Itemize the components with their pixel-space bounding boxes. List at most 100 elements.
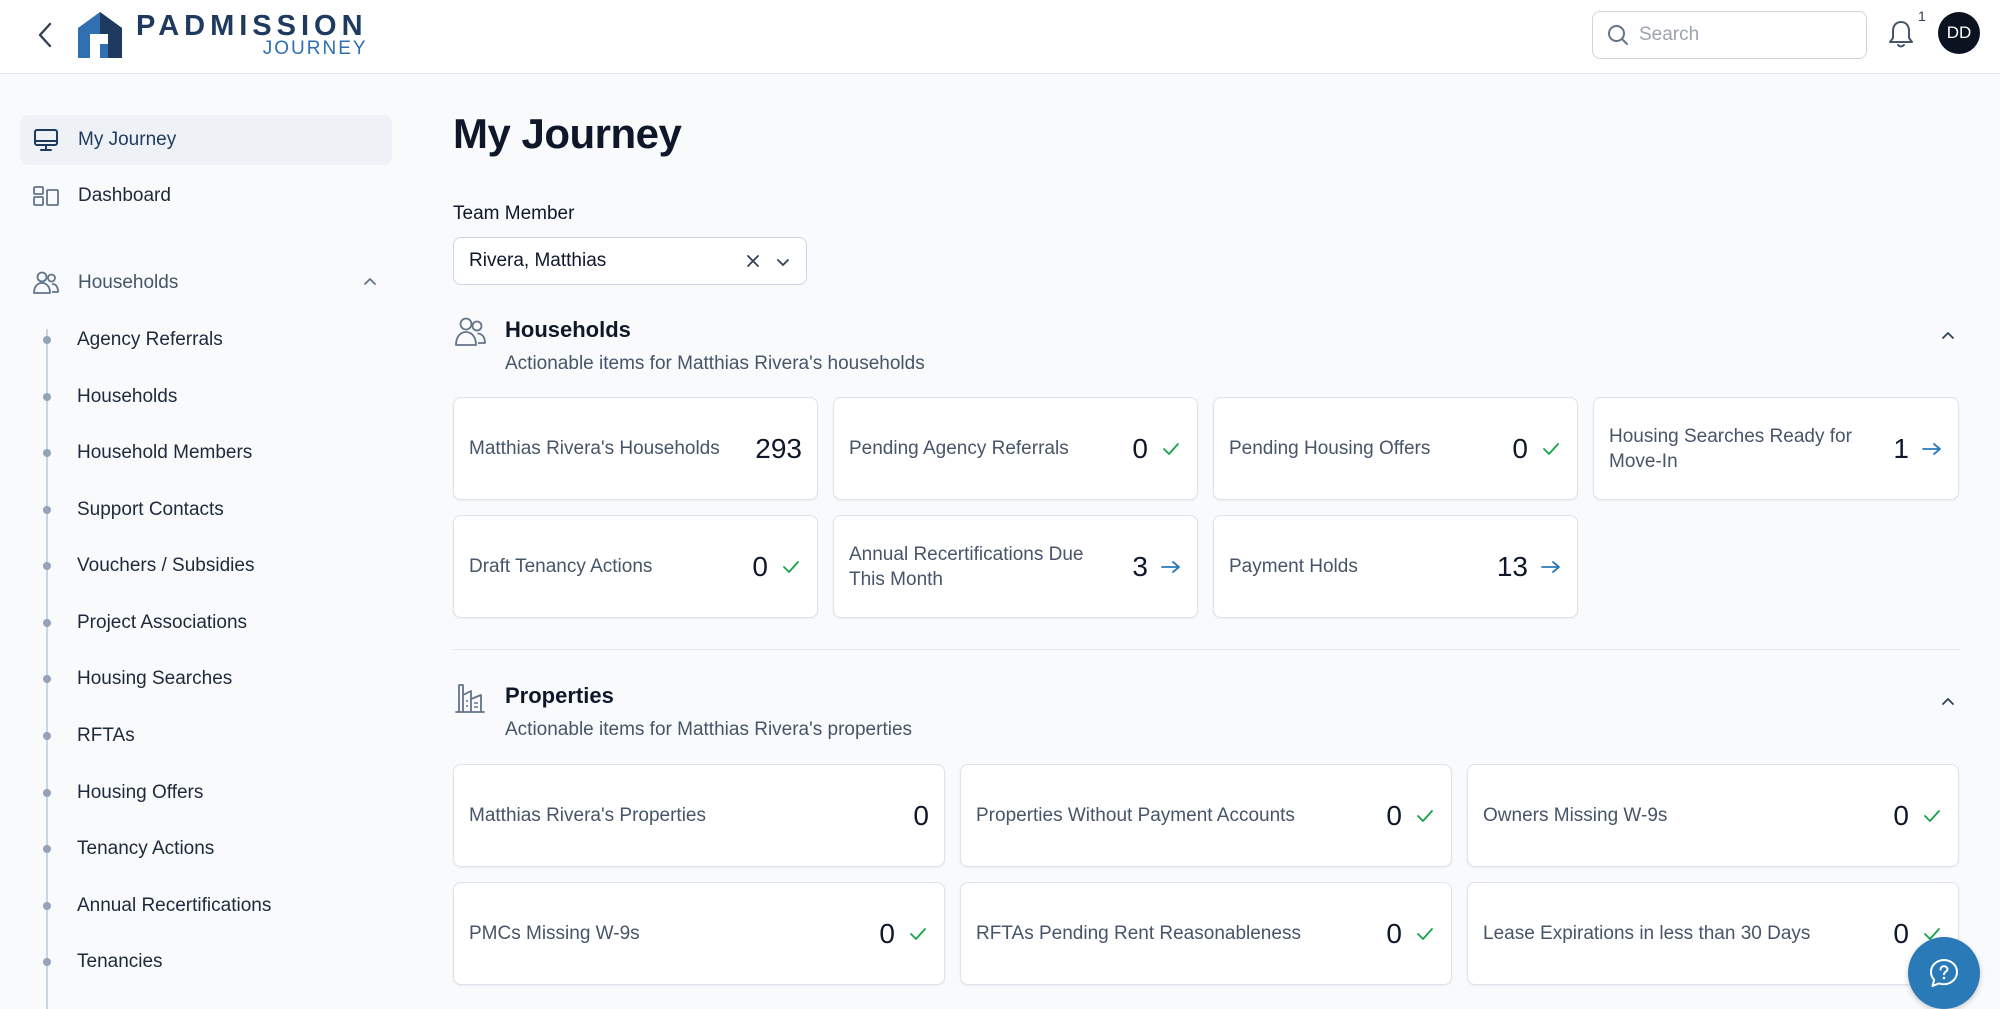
help-chat-button[interactable] [1908, 937, 1980, 1009]
properties-count-card[interactable]: Matthias Rivera's Properties 0 [453, 764, 945, 867]
chevron-up-icon [1942, 698, 1954, 705]
top-bar: PADMISSION JOURNEY 1 DD [0, 0, 2000, 74]
search-icon [1608, 25, 1628, 45]
help-chat-icon [1930, 959, 1958, 987]
building-icon [453, 681, 487, 715]
sidebar-item-label: Tenancies [77, 951, 163, 972]
sidebar-group-households[interactable]: Households [20, 258, 392, 308]
sidebar-item-label: Household Members [77, 442, 253, 463]
annual-recertifications-due-card[interactable]: Annual Recertifications Due This Month 3 [833, 515, 1198, 618]
search-input[interactable] [1639, 24, 1859, 46]
bullet-dot [43, 845, 51, 853]
housing-searches-move-in-card[interactable]: Housing Searches Ready for Move-In 1 [1593, 397, 1959, 500]
pending-agency-referrals-card[interactable]: Pending Agency Referrals 0 [833, 397, 1198, 500]
sidebar-item-label: Households [77, 386, 178, 407]
sidebar-item-tenancy-actions[interactable]: Tenancy Actions [40, 829, 380, 869]
card-value: 0 [1132, 432, 1148, 464]
user-avatar[interactable]: DD [1938, 12, 1980, 54]
payment-holds-card[interactable]: Payment Holds 13 [1213, 515, 1578, 618]
card-value: 0 [752, 550, 768, 582]
team-member-select[interactable]: Rivera, Matthias [453, 237, 807, 285]
check-icon [1414, 808, 1436, 824]
sidebar-item-vouchers-subsidies[interactable]: Vouchers / Subsidies [40, 546, 380, 586]
sidebar-item-housing-offers[interactable]: Housing Offers [40, 773, 380, 813]
collapse-section-button[interactable] [1936, 323, 1960, 347]
card-label: Matthias Rivera's Properties [469, 805, 706, 826]
bullet-dot [43, 562, 51, 570]
card-label: Draft Tenancy Actions [469, 556, 653, 577]
card-label: RFTAs Pending Rent Reasonableness [976, 923, 1301, 944]
sidebar-item-label: Annual Recertifications [77, 895, 272, 916]
card-value: 0 [1386, 799, 1402, 831]
card-label: Annual Recertifications Due This Month [849, 543, 1084, 590]
monitor-icon [32, 126, 60, 154]
sidebar-item-project-associations[interactable]: Project Associations [40, 603, 380, 643]
sidebar-item-support-contacts[interactable]: Support Contacts [40, 490, 380, 530]
sidebar-group-label: Households [78, 272, 179, 293]
sidebar-item-label: Housing Searches [77, 668, 233, 689]
clear-icon[interactable] [744, 252, 762, 276]
arrow-right-icon [1160, 560, 1182, 574]
notifications-button[interactable] [1886, 18, 1918, 52]
card-value: 3 [1132, 550, 1148, 582]
sidebar-item-dashboard[interactable]: Dashboard [20, 171, 392, 221]
card-value: 0 [1893, 917, 1909, 949]
section-divider [453, 649, 1960, 650]
chevron-up-icon [1942, 332, 1954, 339]
sidebar: My Journey Dashboard Households Agency R… [0, 75, 410, 1009]
properties-section-header: Properties Actionable items for Matthias… [453, 681, 1960, 741]
team-member-value: Rivera, Matthias [469, 250, 607, 271]
logo-wordmark: PADMISSION [136, 10, 368, 42]
sidebar-item-label: Dashboard [78, 185, 171, 206]
check-icon [1540, 441, 1562, 457]
sidebar-item-label: RFTAs [77, 725, 135, 746]
card-value: 13 [1496, 550, 1528, 582]
draft-tenancy-actions-card[interactable]: Draft Tenancy Actions 0 [453, 515, 818, 618]
sidebar-item-agency-referrals[interactable]: Agency Referrals [40, 320, 380, 360]
card-value: 0 [1893, 799, 1909, 831]
check-icon [780, 559, 802, 575]
sidebar-item-my-journey[interactable]: My Journey [20, 115, 392, 165]
sidebar-item-label: Housing Offers [77, 782, 204, 803]
users-icon [32, 269, 60, 297]
sidebar-item-tenancies[interactable]: Tenancies [40, 942, 380, 982]
pending-housing-offers-card[interactable]: Pending Housing Offers 0 [1213, 397, 1578, 500]
owners-missing-w9s-card[interactable]: Owners Missing W-9s 0 [1467, 764, 1959, 867]
bullet-dot [43, 789, 51, 797]
sidebar-item-label: Vouchers / Subsidies [77, 555, 255, 576]
chevron-up-icon[interactable] [362, 273, 378, 295]
card-value: 1 [1893, 432, 1909, 464]
households-count-card[interactable]: Matthias Rivera's Households 293 [453, 397, 818, 500]
pmcs-missing-w9s-card[interactable]: PMCs Missing W-9s 0 [453, 882, 945, 985]
sidebar-item-rftas[interactable]: RFTAs [40, 716, 380, 756]
back-button[interactable] [30, 20, 60, 50]
card-value: 0 [879, 917, 895, 949]
bullet-dot [43, 732, 51, 740]
sidebar-item-label: Tenancy Actions [77, 838, 215, 859]
section-title: Properties [505, 683, 614, 708]
app-logo[interactable]: PADMISSION JOURNEY [76, 10, 368, 60]
card-label: PMCs Missing W-9s [469, 923, 640, 944]
arrow-right-icon [1921, 442, 1943, 456]
sidebar-item-annual-recertifications[interactable]: Annual Recertifications [40, 886, 380, 926]
sidebar-item-housing-searches[interactable]: Housing Searches [40, 659, 380, 699]
sidebar-item-households[interactable]: Households [40, 377, 380, 417]
card-label: Payment Holds [1229, 556, 1358, 577]
card-label: Pending Agency Referrals [849, 438, 1069, 459]
check-icon [1160, 441, 1182, 457]
properties-without-payment-accounts-card[interactable]: Properties Without Payment Accounts 0 [960, 764, 1452, 867]
rftas-pending-rent-reasonableness-card[interactable]: RFTAs Pending Rent Reasonableness 0 [960, 882, 1452, 985]
sidebar-item-household-members[interactable]: Household Members [40, 433, 380, 473]
check-icon [907, 926, 929, 942]
card-label: Housing Searches Ready for Move-In [1609, 425, 1852, 472]
card-value: 0 [1386, 917, 1402, 949]
card-value: 293 [755, 432, 802, 464]
dashboard-icon [32, 182, 60, 210]
chevron-left-icon [38, 22, 52, 48]
search-box[interactable] [1592, 11, 1867, 59]
chevron-down-icon[interactable] [774, 253, 792, 277]
bullet-dot [43, 619, 51, 627]
check-icon [1414, 926, 1436, 942]
collapse-section-button[interactable] [1936, 689, 1960, 713]
lease-expirations-card[interactable]: Lease Expirations in less than 30 Days 0 [1467, 882, 1959, 985]
